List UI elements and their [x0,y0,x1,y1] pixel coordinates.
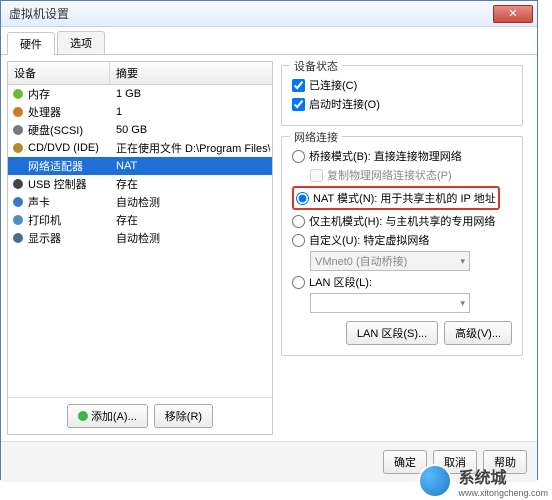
device-row[interactable]: 网络适配器NAT [8,157,272,175]
nat-label: NAT 模式(N): 用于共享主机的 IP 地址 [313,190,496,206]
dialog-body: 设备 摘要 内存1 GB处理器1硬盘(SCSI)50 GBCD/DVD (IDE… [1,55,537,441]
device-row[interactable]: 硬盘(SCSI)50 GB [8,121,272,139]
cpu-icon [10,104,26,120]
nat-radio-line[interactable]: NAT 模式(N): 用于共享主机的 IP 地址 [296,190,496,206]
connected-check[interactable]: 已连接(C) [292,77,512,93]
custom-label: 自定义(U): 特定虚拟网络 [309,232,429,248]
device-row[interactable]: USB 控制器存在 [8,175,272,193]
snd-icon [10,194,26,210]
titlebar: 虚拟机设置 ✕ [1,1,537,27]
watermark-url: www.xitongcheng.com [458,488,548,498]
custom-network-value: VMnet0 (自动桥接) [315,253,407,269]
device-name: 显示器 [28,230,112,246]
hostonly-label: 仅主机模式(H): 与主机共享的专用网络 [309,213,495,229]
watermark-brand: 系统城 [458,470,506,487]
replicate-check-line: 复制物理网络连接状态(P) [310,167,512,183]
connect-on-power-checkbox[interactable] [292,98,305,111]
device-buttons: 添加(A)... 移除(R) [8,397,272,434]
device-summary: NAT [112,160,270,172]
plus-icon [78,411,88,421]
watermark-logo-icon [418,464,452,498]
device-summary: 自动检测 [112,230,270,246]
col-summary[interactable]: 摘要 [110,62,272,84]
device-name: 网络适配器 [28,158,112,174]
device-summary: 自动检测 [112,194,270,210]
vm-settings-window: 虚拟机设置 ✕ 硬件 选项 设备 摘要 内存1 GB处理器1硬盘(SCSI)50… [0,0,538,480]
custom-radio-line[interactable]: 自定义(U): 特定虚拟网络 [292,232,512,248]
disk-icon [10,122,26,138]
network-connection-group: 网络连接 桥接模式(B): 直接连接物理网络 复制物理网络连接状态(P) NAT… [281,136,523,356]
device-summary: 存在 [112,176,270,192]
network-extra-buttons: LAN 区段(S)... 高级(V)... [292,321,512,345]
bridged-radio[interactable] [292,150,305,163]
lan-segment-combo: ▾ [310,293,470,313]
device-name: USB 控制器 [28,176,112,192]
device-name: 打印机 [28,212,112,228]
remove-device-button[interactable]: 移除(R) [154,404,213,428]
watermark: 系统城 www.xitongcheng.com [418,464,548,498]
device-list-header: 设备 摘要 [8,62,272,85]
cd-icon [10,140,26,156]
connect-on-power-label: 启动时连接(O) [309,96,380,112]
advanced-button[interactable]: 高级(V)... [444,321,512,345]
device-panel: 设备 摘要 内存1 GB处理器1硬盘(SCSI)50 GBCD/DVD (IDE… [7,61,273,435]
device-row[interactable]: 打印机存在 [8,211,272,229]
replicate-checkbox [310,169,323,182]
device-row[interactable]: 内存1 GB [8,85,272,103]
device-row[interactable]: 显示器自动检测 [8,229,272,247]
network-connection-title: 网络连接 [290,129,342,145]
col-device[interactable]: 设备 [8,62,110,84]
device-status-group: 设备状态 已连接(C) 启动时连接(O) [281,65,523,126]
device-row[interactable]: CD/DVD (IDE)正在使用文件 D:\Program Files\VM..… [8,139,272,157]
device-status-title: 设备状态 [290,58,342,74]
device-summary: 正在使用文件 D:\Program Files\VM... [112,140,270,156]
watermark-text: 系统城 www.xitongcheng.com [458,464,548,498]
mem-icon [10,86,26,102]
mon-icon [10,230,26,246]
net-icon [10,158,26,174]
hostonly-radio-line[interactable]: 仅主机模式(H): 与主机共享的专用网络 [292,213,512,229]
window-title: 虚拟机设置 [5,5,493,22]
bridged-label: 桥接模式(B): 直接连接物理网络 [309,148,462,164]
close-button[interactable]: ✕ [493,5,533,23]
device-summary: 存在 [112,212,270,228]
chevron-down-icon: ▾ [460,256,465,267]
hostonly-radio[interactable] [292,215,305,228]
nat-highlight: NAT 模式(N): 用于共享主机的 IP 地址 [292,186,500,210]
settings-panel: 设备状态 已连接(C) 启动时连接(O) 网络连接 桥接模式(B): 直接连接物… [273,61,531,435]
tab-options[interactable]: 选项 [57,31,105,54]
custom-radio[interactable] [292,234,305,247]
bridged-radio-line[interactable]: 桥接模式(B): 直接连接物理网络 [292,148,512,164]
lan-radio[interactable] [292,276,305,289]
add-label: 添加(A)... [91,408,137,424]
tab-strip: 硬件 选项 [1,27,537,55]
lan-segments-button[interactable]: LAN 区段(S)... [346,321,438,345]
device-name: 声卡 [28,194,112,210]
connect-on-power-check[interactable]: 启动时连接(O) [292,96,512,112]
nat-radio[interactable] [296,192,309,205]
device-name: 处理器 [28,104,112,120]
device-row[interactable]: 声卡自动检测 [8,193,272,211]
device-summary: 1 [112,106,270,118]
usb-icon [10,176,26,192]
connected-label: 已连接(C) [309,77,357,93]
lan-label: LAN 区段(L): [309,274,372,290]
prn-icon [10,212,26,228]
replicate-label: 复制物理网络连接状态(P) [327,167,452,183]
device-list[interactable]: 内存1 GB处理器1硬盘(SCSI)50 GBCD/DVD (IDE)正在使用文… [8,85,272,397]
device-name: 内存 [28,86,112,102]
custom-network-combo: VMnet0 (自动桥接) ▾ [310,251,470,271]
device-name: 硬盘(SCSI) [28,122,112,138]
lan-radio-line[interactable]: LAN 区段(L): [292,274,512,290]
device-summary: 50 GB [112,124,270,136]
tab-hardware[interactable]: 硬件 [7,32,55,55]
chevron-down-icon: ▾ [460,298,465,309]
device-name: CD/DVD (IDE) [28,142,112,154]
device-summary: 1 GB [112,88,270,100]
add-device-button[interactable]: 添加(A)... [67,404,148,428]
connected-checkbox[interactable] [292,79,305,92]
device-row[interactable]: 处理器1 [8,103,272,121]
